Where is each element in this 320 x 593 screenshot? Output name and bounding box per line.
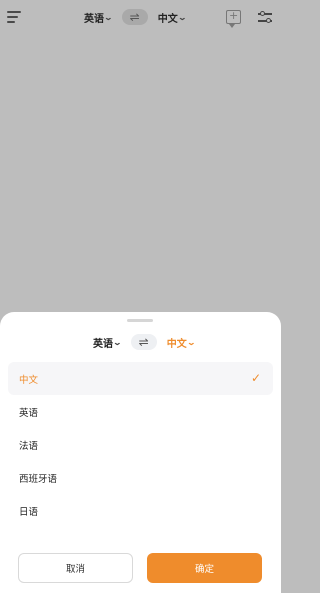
sheet-drag-handle[interactable] [127,319,153,322]
filter-icon[interactable] [258,10,272,24]
language-option-french[interactable]: 法语 [8,428,273,461]
message-plus-icon[interactable]: + [226,9,241,28]
language-option-japanese[interactable]: 日语 [8,494,273,527]
language-option-spanish[interactable]: 西班牙语 [8,461,273,494]
top-source-language-label: 英语 [84,13,104,25]
language-option-label: 日语 [19,506,39,518]
chevron-down-icon: ⌄ [103,12,114,22]
language-option-label: 中文 [19,374,39,386]
chevron-down-icon: ⌄ [112,337,123,347]
language-options-list: 中文 ✓ 英语 法语 西班牙语 日语 [8,362,273,527]
top-target-language-label: 中文 [157,13,178,25]
sheet-swap-languages-button[interactable]: ⇌ [130,334,157,350]
language-option-label: 法语 [19,440,39,452]
sheet-source-language-label: 英语 [93,338,113,350]
sheet-target-language-button[interactable]: 中文 ⌄ [166,335,196,350]
top-source-language-button[interactable]: 英语 ⌄ [84,10,114,25]
top-target-language-button[interactable]: 中文 ⌄ [157,10,187,25]
chevron-down-icon: ⌄ [177,12,187,22]
checkmark-icon: ✓ [250,371,261,385]
menu-icon[interactable] [7,11,21,23]
language-picker-sheet: 英语 ⌄ ⇌ 中文 ⌄ 中文 ✓ 英语 法语 西班牙语 日语 取消 确定 [0,312,281,593]
language-option-chinese[interactable]: 中文 ✓ [8,362,273,395]
language-option-label: 英语 [19,407,39,419]
sheet-target-language-label: 中文 [166,338,187,350]
cancel-button[interactable]: 取消 [18,553,133,583]
sheet-language-switcher: 英语 ⌄ ⇌ 中文 ⌄ [93,334,196,350]
language-option-label: 西班牙语 [19,473,58,485]
language-option-english[interactable]: 英语 [8,395,273,428]
sheet-source-language-button[interactable]: 英语 ⌄ [93,335,123,350]
top-bar: 英语 ⌄ ⇌ 中文 ⌄ + [0,0,281,36]
top-language-switcher: 英语 ⌄ ⇌ 中文 ⌄ [84,9,187,25]
top-swap-languages-button[interactable]: ⇌ [121,9,148,25]
chevron-down-icon: ⌄ [186,337,196,347]
confirm-button[interactable]: 确定 [147,553,262,583]
